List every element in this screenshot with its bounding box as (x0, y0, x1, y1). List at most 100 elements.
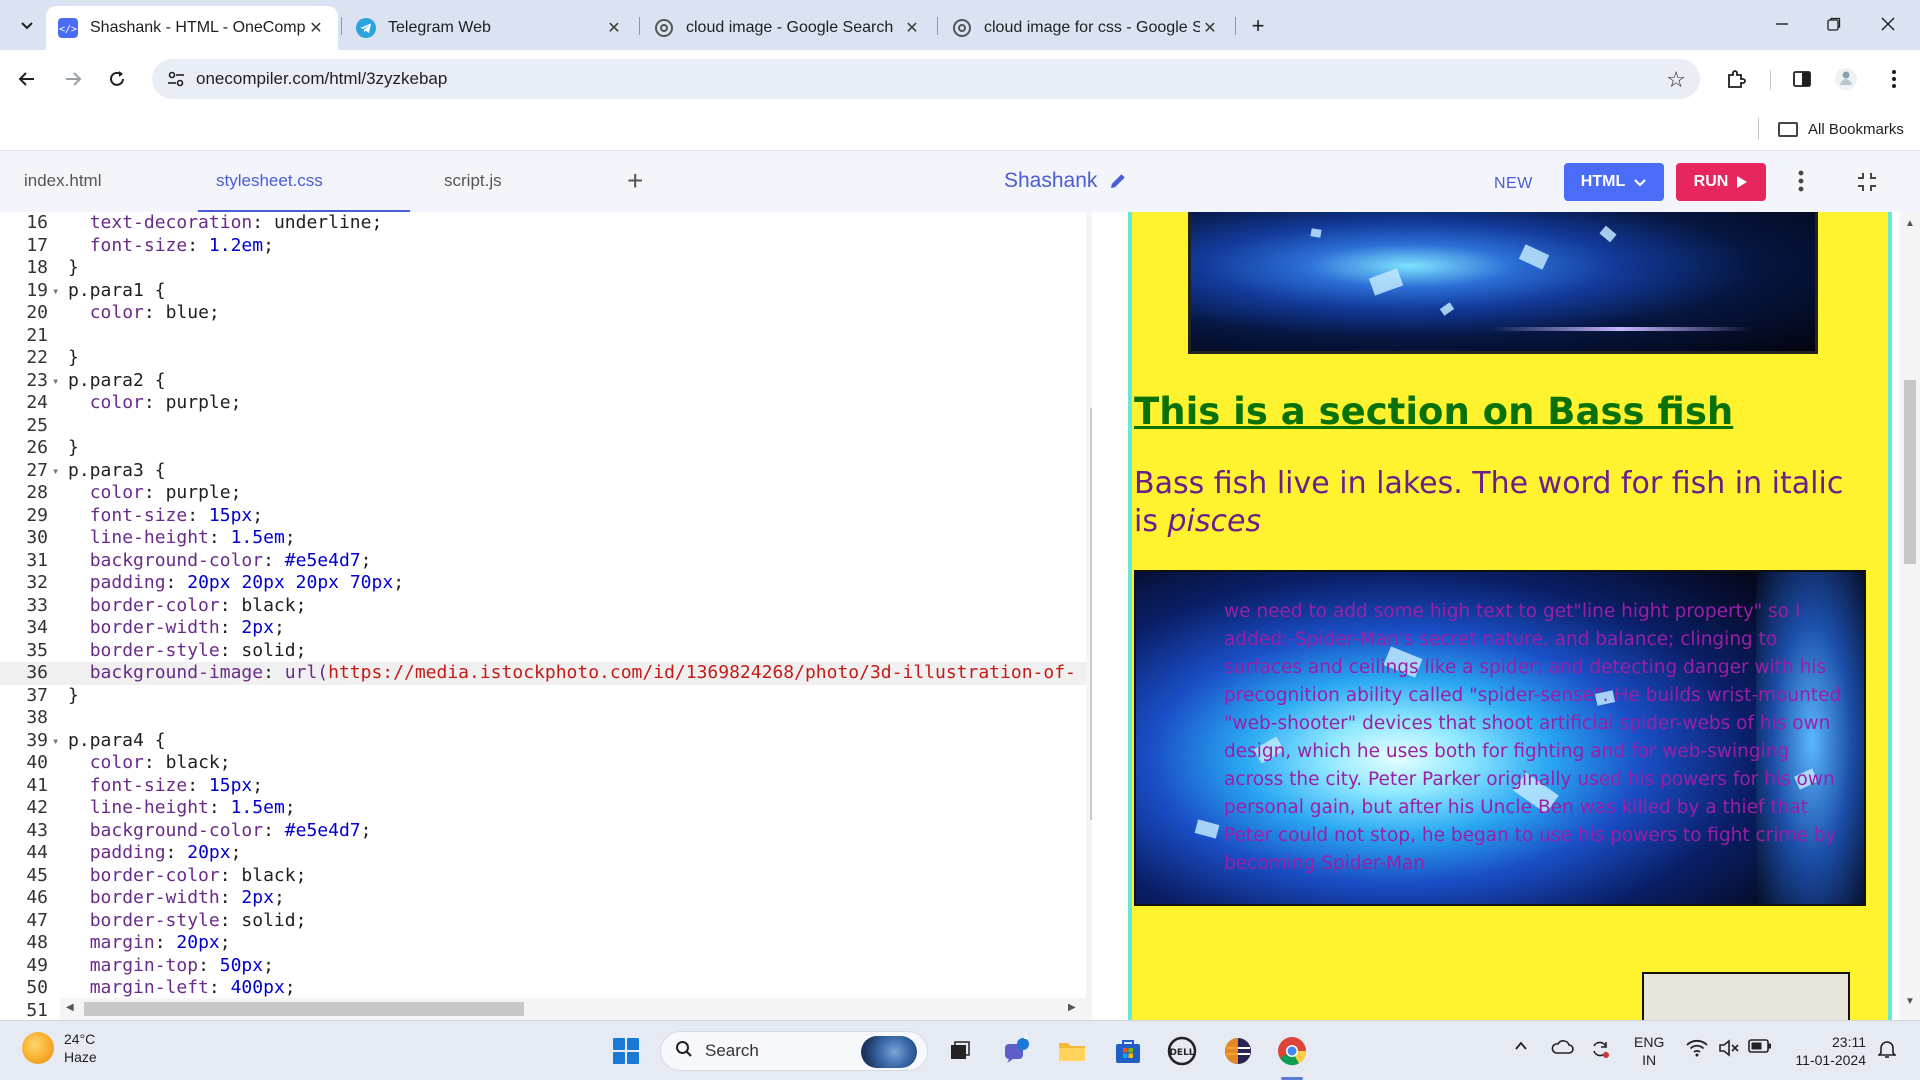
scrollbar-thumb[interactable] (84, 1002, 524, 1016)
run-button[interactable]: RUN (1676, 163, 1766, 201)
eclipse-app[interactable] (1218, 1031, 1258, 1071)
scroll-up-arrow-icon[interactable]: ▲ (1905, 218, 1915, 229)
code-text[interactable]: font-size: 1.2em; (68, 235, 274, 258)
chat-app[interactable]: 1 (996, 1031, 1036, 1071)
wifi-icon[interactable] (1686, 1039, 1708, 1062)
editor-vertical-scrollbar[interactable]: ▲ ▼ (1086, 212, 1092, 1020)
restore-button[interactable] (1804, 6, 1864, 42)
tab-search-button[interactable] (12, 10, 42, 40)
code-line[interactable]: 28 color: purple; (0, 482, 1088, 505)
code-line[interactable]: 20 color: blue; (0, 302, 1088, 325)
code-line[interactable]: 49 margin-top: 50px; (0, 955, 1088, 978)
code-text[interactable]: } (68, 257, 79, 280)
code-text[interactable]: background-color: #e5e4d7; (68, 820, 372, 843)
code-line[interactable]: 35 border-style: solid; (0, 640, 1088, 663)
taskbar-search[interactable]: Search (660, 1031, 928, 1071)
code-line[interactable]: 50 margin-left: 400px; (0, 977, 1088, 1000)
code-text[interactable]: border-color: black; (68, 595, 307, 618)
code-line[interactable]: 36 background-image: url(https://media.i… (0, 662, 1088, 685)
code-text[interactable]: color: purple; (68, 482, 242, 505)
code-text[interactable]: margin-top: 50px; (68, 955, 274, 978)
code-editor[interactable]: 16 text-decoration: underline; 17 font-si… (0, 212, 1092, 1020)
code-text[interactable]: p.para3 { (68, 460, 166, 483)
code-text[interactable]: margin: 20px; (68, 932, 231, 955)
code-line[interactable]: 25 (0, 415, 1088, 438)
code-line[interactable]: 43 background-color: #e5e4d7; (0, 820, 1088, 843)
minimize-button[interactable] (1752, 6, 1812, 42)
code-text[interactable]: border-style: solid; (68, 910, 307, 933)
side-panel-icon[interactable] (1788, 65, 1816, 93)
battery-icon[interactable] (1748, 1039, 1772, 1058)
all-bookmarks-button[interactable]: All Bookmarks (1778, 116, 1904, 142)
scrollbar-thumb[interactable] (1090, 408, 1092, 820)
address-bar[interactable]: onecompiler.com/html/3zyzkebap ☆ (152, 59, 1700, 99)
code-line[interactable]: 41 font-size: 15px; (0, 775, 1088, 798)
scroll-left-arrow-icon[interactable]: ◀ (66, 1002, 74, 1013)
scroll-right-arrow-icon[interactable]: ▶ (1068, 1002, 1076, 1013)
task-view-button[interactable] (940, 1031, 980, 1071)
onedrive-icon[interactable] (1550, 1039, 1574, 1060)
code-line[interactable]: 46 border-width: 2px; (0, 887, 1088, 910)
new-button[interactable]: NEW (1494, 175, 1533, 193)
file-tab-script-js[interactable]: script.js (444, 171, 502, 191)
language-indicator[interactable]: ENG IN (1634, 1033, 1664, 1069)
code-text[interactable]: line-height: 1.5em; (68, 797, 296, 820)
code-line[interactable]: 22} (0, 347, 1088, 370)
code-text[interactable]: border-style: solid; (68, 640, 307, 663)
code-text[interactable]: p.para2 { (68, 370, 166, 393)
code-text[interactable]: font-size: 15px; (68, 505, 263, 528)
fold-arrow-icon[interactable]: ▾ (52, 370, 64, 393)
code-line[interactable]: 29 font-size: 15px; (0, 505, 1088, 528)
code-text[interactable]: background-color: #e5e4d7; (68, 550, 372, 573)
code-line[interactable]: 17 font-size: 1.2em; (0, 235, 1088, 258)
dell-app[interactable]: DELL (1162, 1031, 1202, 1071)
file-tab-index-html[interactable]: index.html (24, 171, 101, 191)
code-lines[interactable]: 16 text-decoration: underline; 17 font-si… (0, 212, 1088, 1020)
more-menu-icon[interactable] (1880, 65, 1908, 93)
code-text[interactable]: } (68, 685, 79, 708)
code-line[interactable]: 31 background-color: #e5e4d7; (0, 550, 1088, 573)
code-line[interactable]: 39 ▾ p.para4 { (0, 730, 1088, 753)
file-explorer-app[interactable] (1052, 1031, 1092, 1071)
code-text[interactable]: font-size: 15px; (68, 775, 263, 798)
expand-icon[interactable] (1856, 171, 1878, 193)
close-icon[interactable]: ✕ (1200, 18, 1220, 38)
code-line[interactable]: 42 line-height: 1.5em; (0, 797, 1088, 820)
language-select-button[interactable]: HTML (1564, 163, 1664, 201)
code-text[interactable]: color: purple; (68, 392, 242, 415)
show-hidden-icons-button[interactable] (1514, 1039, 1528, 1058)
url-text[interactable]: onecompiler.com/html/3zyzkebap (196, 69, 447, 89)
code-line[interactable]: 21 (0, 325, 1088, 348)
code-text[interactable]: color: blue; (68, 302, 220, 325)
code-text[interactable]: p.para4 { (68, 730, 166, 753)
code-line[interactable]: 18} (0, 257, 1088, 280)
site-settings-icon[interactable] (166, 69, 186, 89)
browser-tab-telegram[interactable]: Telegram Web ✕ (344, 6, 636, 50)
code-text[interactable]: border-color: black; (68, 865, 307, 888)
browser-tab-cloud-image-css[interactable]: cloud image for css - Google Se ✕ (940, 6, 1232, 50)
reload-button[interactable] (100, 62, 134, 96)
editor-horizontal-scrollbar[interactable]: ◀ ▶ (60, 998, 1086, 1020)
close-window-button[interactable] (1858, 6, 1918, 42)
code-text[interactable]: } (68, 347, 79, 370)
code-line[interactable]: 24 color: purple; (0, 392, 1088, 415)
notification-bell-icon[interactable] (1877, 1039, 1897, 1064)
sync-icon[interactable] (1590, 1039, 1610, 1064)
microsoft-store-app[interactable] (1108, 1031, 1148, 1071)
profile-avatar-icon[interactable] (1832, 65, 1860, 93)
browser-tab-onecompiler[interactable]: </> Shashank - HTML - OneCompil ✕ (46, 6, 338, 50)
code-text[interactable]: p.para1 { (68, 280, 166, 303)
close-icon[interactable]: ✕ (604, 18, 624, 38)
code-text[interactable]: margin-left: 400px; (68, 977, 296, 1000)
back-button[interactable] (10, 62, 44, 96)
fold-arrow-icon[interactable]: ▾ (52, 460, 64, 483)
more-options-icon[interactable] (1798, 169, 1804, 193)
code-text[interactable]: text-decoration: underline; (68, 212, 383, 235)
scroll-down-arrow-icon[interactable]: ▼ (1905, 996, 1915, 1007)
code-line[interactable]: 33 border-color: black; (0, 595, 1088, 618)
code-line[interactable]: 27 ▾ p.para3 { (0, 460, 1088, 483)
code-line[interactable]: 40 color: black; (0, 752, 1088, 775)
code-line[interactable]: 44 padding: 20px; (0, 842, 1088, 865)
code-text[interactable]: color: black; (68, 752, 231, 775)
code-text[interactable]: } (68, 437, 79, 460)
